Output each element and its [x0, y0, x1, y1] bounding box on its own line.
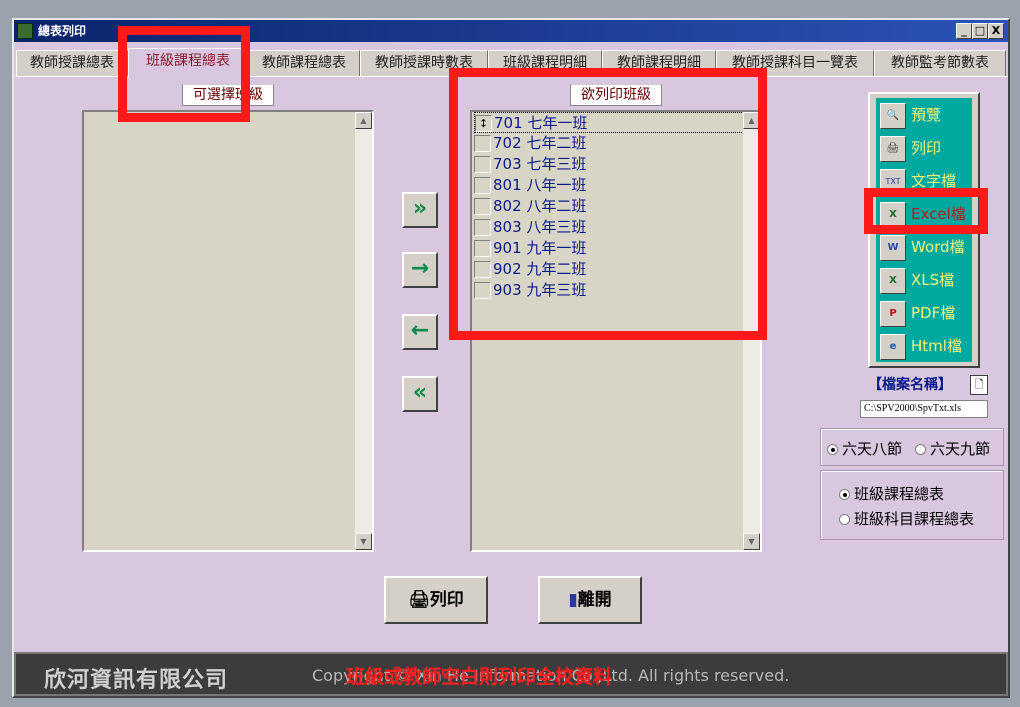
door-exit-icon: ▮: [568, 590, 578, 610]
app-icon: [17, 23, 33, 39]
option-label: 六天八節: [842, 440, 903, 458]
left-scrollbar[interactable]: ▲ ▼: [355, 112, 372, 550]
printer-icon: 🖨: [880, 135, 906, 162]
radio-selected-icon: [827, 444, 838, 455]
option-label: XLS檔: [911, 271, 955, 289]
radio-selected-icon: [839, 489, 850, 500]
word-option[interactable]: W Word檔: [880, 232, 972, 262]
print-label: 列印: [429, 590, 464, 610]
company-name: 欣河資訊有限公司: [44, 668, 229, 693]
report-option-subject-summary[interactable]: 班級科目課程總表: [839, 508, 974, 529]
scroll-down-icon[interactable]: ▼: [355, 533, 372, 550]
file-name-label: 【檔案名稱】: [868, 377, 952, 393]
window-title: 總表列印: [38, 24, 87, 38]
period-option-9[interactable]: 六天九節: [915, 438, 990, 459]
option-label: 預覽: [911, 106, 942, 124]
tab-teacher-course-summary[interactable]: 教師課程總表: [248, 50, 360, 76]
option-label: Word檔: [911, 238, 965, 256]
tab-teacher-proctor[interactable]: 教師監考節數表: [874, 50, 1006, 76]
minimize-button[interactable]: _: [956, 23, 972, 39]
option-label: 六天九節: [930, 440, 991, 458]
period-option-8[interactable]: 六天八節: [827, 438, 902, 459]
word-icon: W: [880, 234, 906, 261]
option-label: 班級課程總表: [854, 485, 945, 503]
footer-banner: 欣河資訊有限公司 Copyright © Xin He Information …: [14, 652, 1008, 696]
move-all-right-button[interactable]: »: [402, 192, 438, 228]
maximize-button[interactable]: □: [972, 23, 988, 39]
tab-teacher-summary[interactable]: 教師授課總表: [16, 50, 128, 76]
highlight-box-tab: [118, 26, 250, 122]
scroll-up-icon[interactable]: ▲: [355, 112, 372, 129]
pdf-option[interactable]: P PDF檔: [880, 298, 972, 328]
radio-icon: [839, 514, 850, 525]
close-button[interactable]: X: [988, 23, 1004, 39]
available-classes-list[interactable]: ▲ ▼: [82, 110, 374, 552]
html-icon: e: [880, 333, 906, 360]
option-label: PDF檔: [911, 304, 956, 322]
report-option-class-summary[interactable]: 班級課程總表: [839, 483, 944, 504]
preview-option[interactable]: 🔍 預覽: [880, 100, 972, 130]
option-label: Html檔: [911, 337, 962, 355]
html-option[interactable]: e Html檔: [880, 331, 972, 361]
xls-option[interactable]: X XLS檔: [880, 265, 972, 295]
radio-icon: [915, 444, 926, 455]
option-label: 列印: [911, 139, 942, 157]
exit-button[interactable]: ▮離開: [538, 576, 642, 624]
print-option[interactable]: 🖨 列印: [880, 133, 972, 163]
option-label: 班級科目課程總表: [854, 510, 975, 528]
move-all-left-button[interactable]: «: [402, 376, 438, 412]
file-browse-icon[interactable]: 🗋: [970, 375, 988, 395]
exit-label: 離開: [577, 590, 612, 610]
report-options-group: 班級課程總表 班級科目課程總表: [820, 470, 1004, 540]
file-path-field[interactable]: C:\SPV2000\SpvTxt.xls: [860, 400, 988, 418]
xls-icon: X: [880, 267, 906, 294]
scroll-down-icon[interactable]: ▼: [743, 533, 760, 550]
move-right-button[interactable]: →: [402, 252, 438, 288]
period-options-group: 六天八節 六天九節: [820, 428, 1004, 466]
preview-icon: 🔍: [880, 102, 906, 129]
printer-icon: 🖨: [408, 590, 430, 610]
print-button[interactable]: 🖨列印: [384, 576, 488, 624]
blank-notice: 班級或教師空白則列印全校資料: [346, 666, 613, 688]
move-left-button[interactable]: ←: [402, 314, 438, 350]
highlight-box-list: [449, 68, 767, 340]
pdf-icon: P: [880, 300, 906, 327]
highlight-box-excel: [864, 188, 988, 234]
